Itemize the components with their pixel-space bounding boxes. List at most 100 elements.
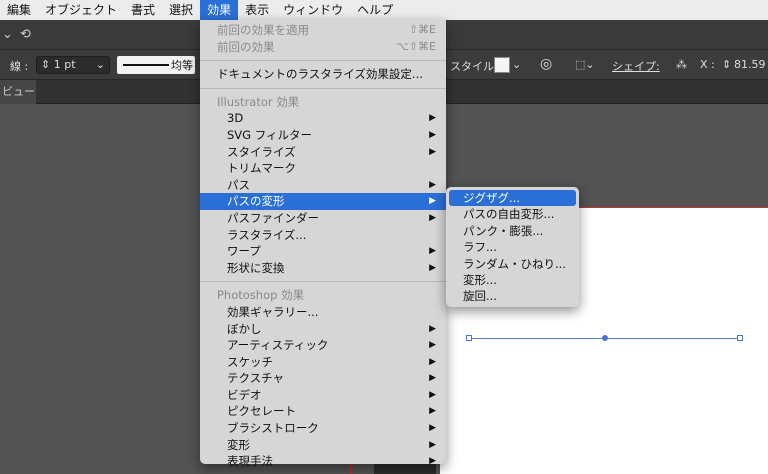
effect-menu: 前回の効果を適用 ⇧⌘E 前回の効果 ⌥⇧⌘E ドキュメントのラスタライズ効果設… xyxy=(200,20,446,468)
stroke-weight-value: 1 pt xyxy=(53,58,76,71)
stroke-stepper-icon[interactable]: ⇕ xyxy=(41,58,50,71)
submenu-arrow-icon: ▶ xyxy=(429,373,436,384)
illustrator-item[interactable]: ワープ ▶ xyxy=(200,243,446,260)
recolor-icon[interactable]: ◎ xyxy=(540,56,552,72)
submenu-item[interactable]: ランダム・ひねり... xyxy=(446,256,579,272)
distort-transform-submenu: ジグザグ... パスの自由変形... パンク・膨張... ラフ... ランダム・ひねり.… xyxy=(446,187,579,307)
menu-item-label: ブラシストローク xyxy=(227,421,319,436)
menu-item-label: ぼかし xyxy=(227,321,262,336)
menu-item-label: パス xyxy=(227,177,250,192)
menu-help[interactable]: ヘルプ xyxy=(350,0,400,20)
photoshop-item[interactable]: 表現手法 ▶ xyxy=(200,453,446,470)
illustrator-effects-group: 3D ▶ SVG フィルター ▶ スタイライズ ▶ トリムマーク パス ▶ パスの変形 ▶ パスファイ… xyxy=(200,110,446,276)
illustrator-item[interactable]: トリムマーク xyxy=(200,160,446,177)
stroke-profile-label: 均等 xyxy=(171,59,193,72)
submenu-arrow-icon: ▶ xyxy=(429,340,436,351)
illustrator-item[interactable]: パスファインダー ▶ xyxy=(200,210,446,227)
menubar: 編集 オブジェクト 書式 選択 効果 表示 ウィンドウ ヘルプ xyxy=(0,0,768,20)
submenu-item[interactable]: 旋回... xyxy=(446,288,579,304)
menu-item-label: ラスタライズ... xyxy=(227,227,307,242)
stroke-weight-field[interactable]: ⇕ 1 pt ⌄ xyxy=(36,56,110,74)
x-stepper-icon[interactable]: ⇕ xyxy=(722,58,731,71)
menu-item-label: パスの変形 xyxy=(227,194,285,209)
illustrator-item[interactable]: パス ▶ xyxy=(200,177,446,194)
submenu-item[interactable]: 変形... xyxy=(446,272,579,288)
menu-effect[interactable]: 効果 xyxy=(200,0,239,20)
photoshop-item[interactable]: 変形 ▶ xyxy=(200,437,446,454)
submenu-arrow-icon: ▶ xyxy=(429,323,436,334)
submenu-arrow-icon: ▶ xyxy=(429,439,436,450)
menu-edit[interactable]: 編集 xyxy=(0,0,38,20)
menu-select[interactable]: 選択 xyxy=(162,0,200,20)
style-swatch[interactable] xyxy=(494,57,510,73)
menu-item-label: トリムマーク xyxy=(227,161,296,176)
menu-item-label: ビデオ xyxy=(227,387,262,402)
menu-item-label: アーティスティック xyxy=(227,338,329,353)
illustrator-item[interactable]: SVG フィルター ▶ xyxy=(200,127,446,144)
menu-item-label: 効果ギャラリー... xyxy=(227,304,319,319)
photoshop-item[interactable]: テクスチャ ▶ xyxy=(200,370,446,387)
menu-separator xyxy=(200,87,446,89)
anchor-point-center[interactable] xyxy=(602,335,608,341)
menu-item-apply-last-effect[interactable]: 前回の効果を適用 ⇧⌘E xyxy=(200,22,446,39)
submenu-arrow-icon: ▶ xyxy=(429,196,436,207)
photoshop-effects-group: 効果ギャラリー... ぼかし ▶ アーティスティック ▶ スケッチ ▶ テクスチャ ▶ ビデオ ▶ ピ… xyxy=(200,304,446,470)
menu-section-photoshop: Photoshop 効果 xyxy=(217,288,305,303)
menu-shortcut: ⌥⇧⌘E xyxy=(396,39,436,53)
menu-item-document-raster-settings[interactable]: ドキュメントのラスタライズ効果設定... xyxy=(200,66,446,83)
menu-type[interactable]: 書式 xyxy=(124,0,162,20)
align-icon[interactable]: ⬚⌄ xyxy=(575,58,595,71)
menu-separator xyxy=(200,60,446,62)
x-value[interactable]: 81.59 xyxy=(734,58,766,71)
shape-link[interactable]: シェイプ: xyxy=(612,58,660,74)
menu-separator xyxy=(200,281,446,283)
photoshop-item[interactable]: スケッチ ▶ xyxy=(200,354,446,371)
submenu-item[interactable]: パスの自由変形... xyxy=(446,206,579,222)
illustrator-item[interactable]: パスの変形 ▶ xyxy=(200,193,446,210)
photoshop-item[interactable]: ピクセレート ▶ xyxy=(200,403,446,420)
submenu-arrow-icon: ▶ xyxy=(429,212,436,223)
sync-icon[interactable]: ⟲ xyxy=(20,28,36,42)
submenu-arrow-icon: ▶ xyxy=(429,456,436,467)
submenu-arrow-icon: ▶ xyxy=(429,389,436,400)
menu-window[interactable]: ウィンドウ xyxy=(276,0,350,20)
photoshop-item[interactable]: ぼかし ▶ xyxy=(200,321,446,338)
reference-point-icon[interactable]: ⁂ xyxy=(676,58,687,71)
menu-view[interactable]: 表示 xyxy=(238,0,276,20)
menu-item-last-effect[interactable]: 前回の効果 ⌥⇧⌘E xyxy=(200,39,446,56)
illustrator-item[interactable]: 3D ▶ xyxy=(200,110,446,127)
submenu-arrow-icon: ▶ xyxy=(429,262,436,273)
anchor-point-end[interactable] xyxy=(737,335,743,341)
photoshop-item[interactable]: アーティスティック ▶ xyxy=(200,337,446,354)
menu-item-label: ワープ xyxy=(227,244,261,259)
illustrator-item[interactable]: スタイライズ ▶ xyxy=(200,144,446,161)
chevron-down-icon[interactable]: ⌄ xyxy=(512,58,521,71)
chevron-down-icon[interactable]: ⌄ xyxy=(2,28,18,42)
photoshop-item[interactable]: ビデオ ▶ xyxy=(200,387,446,404)
menu-item-label: SVG フィルター xyxy=(227,127,313,142)
menu-item-label: スタイライズ xyxy=(227,144,296,159)
anchor-point-start[interactable] xyxy=(466,335,472,341)
illustrator-item[interactable]: ラスタライズ... xyxy=(200,227,446,244)
stroke-profile-select[interactable]: 均等 xyxy=(117,56,195,74)
menu-item-label: ピクセレート xyxy=(227,404,296,419)
document-tab[interactable]: ビュー) xyxy=(0,80,36,104)
menu-item-label: 前回の効果を適用 xyxy=(217,23,309,37)
submenu-arrow-icon: ▶ xyxy=(429,356,436,367)
menu-item-label: 表現手法 xyxy=(227,454,273,469)
submenu-arrow-icon: ▶ xyxy=(429,113,436,124)
menu-item-label: パスファインダー xyxy=(227,210,319,225)
menu-item-label: 変形 xyxy=(227,437,250,452)
submenu-item[interactable]: パンク・膨張... xyxy=(446,223,579,239)
photoshop-item[interactable]: 効果ギャラリー... xyxy=(200,304,446,321)
submenu-item[interactable]: ラフ... xyxy=(446,239,579,255)
menu-item-label: 3D xyxy=(227,111,244,126)
submenu-arrow-icon: ▶ xyxy=(429,423,436,434)
photoshop-item[interactable]: ブラシストローク ▶ xyxy=(200,420,446,437)
menu-item-label: 形状に変換 xyxy=(227,260,285,275)
submenu-arrow-icon: ▶ xyxy=(429,406,436,417)
menu-item-label: 前回の効果 xyxy=(217,39,275,54)
illustrator-item[interactable]: 形状に変換 ▶ xyxy=(200,260,446,277)
menu-object[interactable]: オブジェクト xyxy=(38,0,124,20)
submenu-item[interactable]: ジグザグ... xyxy=(449,190,576,207)
